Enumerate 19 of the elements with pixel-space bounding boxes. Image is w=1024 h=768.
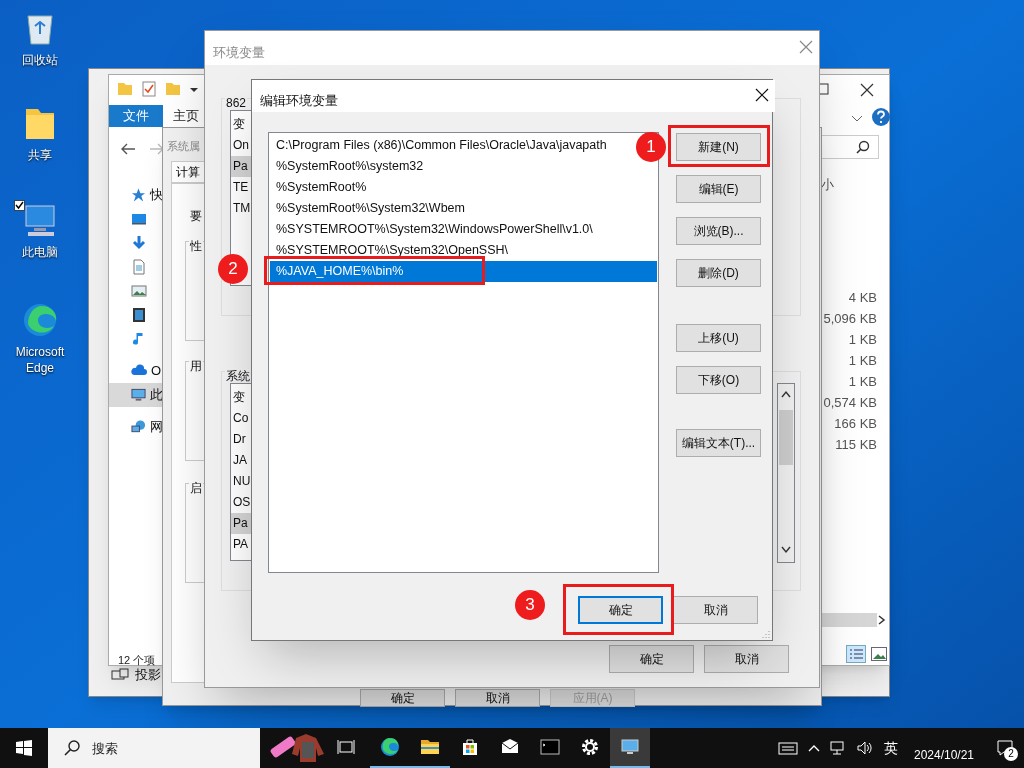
item-count: 12 个项 xyxy=(118,654,156,666)
file-size: 115 KB xyxy=(835,436,877,454)
file-size: 0,574 KB xyxy=(823,394,877,412)
window-title: 环境变量 xyxy=(213,45,265,60)
group-label: 性 xyxy=(189,239,203,253)
notification-count: 2 xyxy=(1004,747,1018,761)
window-title: 系统属 xyxy=(167,140,200,152)
dialog-title: 编辑环境变量 xyxy=(260,93,338,108)
file-size: 166 KB xyxy=(834,415,877,433)
file-size: 1 KB xyxy=(848,352,877,370)
group-label: 启 xyxy=(189,481,203,495)
group-label: 用 xyxy=(189,359,203,373)
file-size: 5,096 KB xyxy=(823,310,877,328)
file-size: 1 KB xyxy=(848,331,877,349)
group-label: 系统 xyxy=(225,369,251,383)
description-text: 要 xyxy=(190,209,202,223)
group-label: 862 xyxy=(225,96,248,110)
file-size: 4 KB xyxy=(848,289,877,307)
file-size: 1 KB xyxy=(848,373,877,391)
